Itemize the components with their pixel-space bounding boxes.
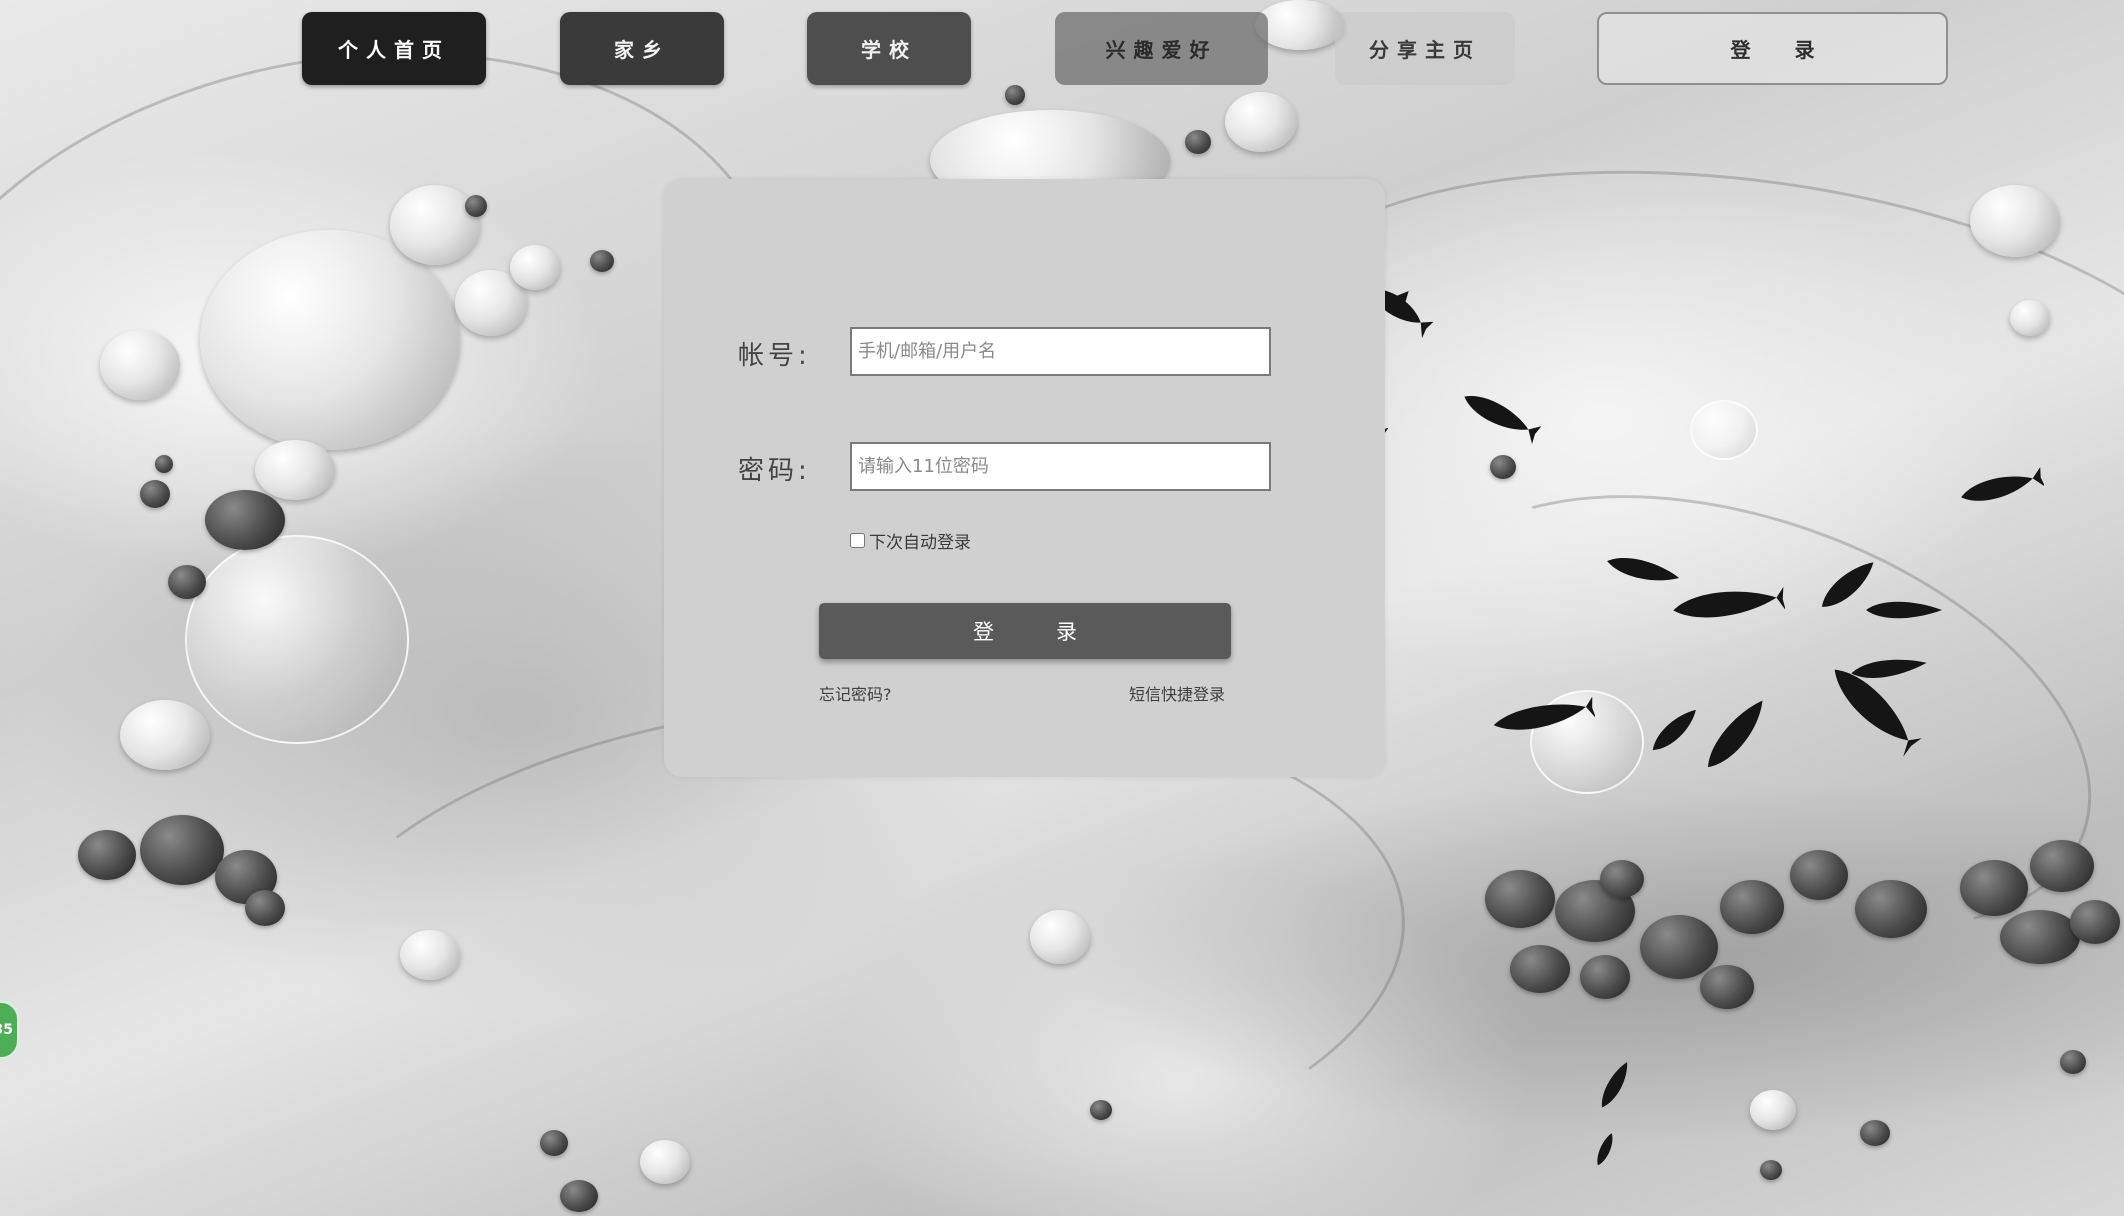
bubble [2070,900,2120,944]
bubble [100,330,180,400]
bubble [2000,910,2080,964]
submit-label-part: 登 [973,620,994,644]
submit-label-part: 录 [1056,620,1077,644]
bubble [140,815,224,885]
bubble [1580,955,1630,999]
bubble [1860,1120,1890,1146]
bubble [510,245,560,290]
bubble [640,1140,690,1184]
koi-fish-icon [1597,1133,1613,1166]
account-input[interactable] [850,327,1271,376]
bubble [1960,860,2028,916]
bubble [1640,915,1718,979]
koi-fish-icon [1464,395,1542,444]
bubble [540,1130,568,1156]
nav-hometown-button[interactable]: 家乡 [560,12,724,85]
nav-login-button[interactable]: 登 录 [1597,12,1948,85]
bubble [1855,880,1927,938]
bubble [1970,185,2060,257]
remember-me[interactable]: 下次自动登录 [850,528,971,553]
bubble [2010,300,2050,336]
forgot-password-link[interactable]: 忘记密码? [819,681,892,705]
bubble [1510,945,1570,993]
bubble [255,440,335,500]
bubble [1090,1100,1112,1120]
nav-hobbies-button[interactable]: 兴趣爱好 [1055,12,1268,85]
login-submit-button[interactable]: 登 录 [819,603,1231,659]
remember-label: 下次自动登录 [869,533,971,553]
nav-login-label-part: 登 [1730,38,1751,62]
sms-login-link[interactable]: 短信快捷登录 [1129,681,1225,705]
bubble [560,1180,598,1212]
bubble [1005,85,1025,105]
koi-fish-icon [1851,659,1927,678]
account-label: 帐号: [738,341,811,371]
password-label: 密码: [738,456,811,486]
password-input[interactable] [850,442,1271,491]
bubble [590,250,614,272]
bubble [2060,1050,2086,1074]
bubble [155,455,173,473]
nav-school-button[interactable]: 学校 [807,12,971,85]
bubble [1700,965,1754,1009]
bubble [1490,455,1516,479]
bubble [1485,870,1555,928]
bubble [205,490,285,550]
bubble [1030,910,1090,964]
bubble [1690,400,1758,460]
koi-fish-icon [1493,696,1595,730]
bubble [2030,840,2094,892]
bubble [390,185,480,265]
bubble [140,480,170,508]
koi-fish-icon [1961,467,2044,501]
login-panel: 帐号: 密码: 下次自动登录 登 录 忘记密码? 短信快捷登录 [664,179,1385,777]
side-float-badge[interactable]: 35 [0,1000,20,1060]
bubble [1225,92,1297,152]
koi-fish-icon [1601,1061,1628,1108]
bubble [1750,1090,1796,1130]
bubble [1185,130,1211,154]
bubble [245,890,285,926]
koi-fish-icon [1708,700,1763,768]
nav-share-button[interactable]: 分享主页 [1335,12,1515,85]
bubble [400,930,460,980]
nav-login-label-part: 录 [1794,38,1815,62]
bubble [465,195,487,217]
bubble [168,565,206,599]
bubble [1255,0,1345,50]
bubble [1600,860,1644,898]
bubble [185,535,409,744]
koi-fish-icon [1866,601,1942,619]
bubble [78,830,136,880]
bubble [1790,850,1848,900]
remember-checkbox[interactable] [850,533,865,548]
bubble [1760,1160,1782,1180]
nav-home-button[interactable]: 个人首页 [302,12,486,85]
koi-fish-icon [1673,586,1785,618]
bubble [1720,880,1784,934]
bubble [120,700,210,770]
